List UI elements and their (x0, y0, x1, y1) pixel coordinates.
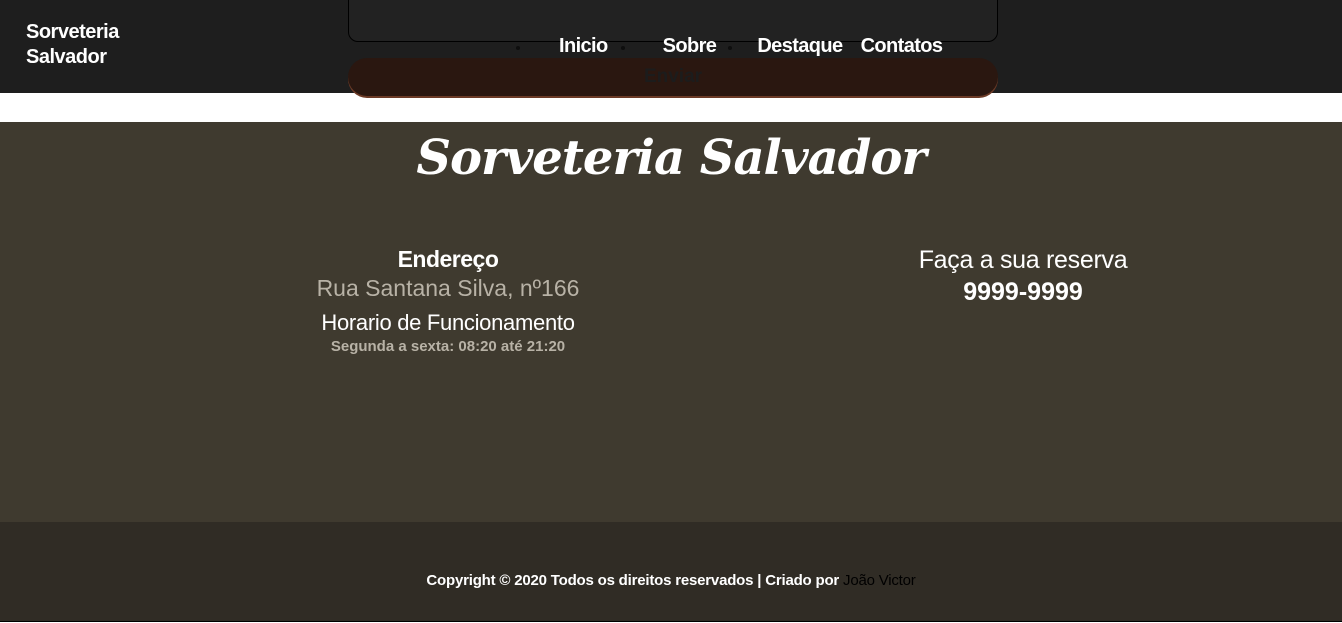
hours-heading: Horario de Funcionamento (321, 310, 575, 335)
author-link[interactable]: João Victor (843, 572, 916, 589)
send-button[interactable]: Enviar (348, 58, 998, 96)
reservation-heading: Faça a sua reserva (918, 246, 1128, 274)
section-gap (0, 93, 1342, 122)
nav-bullet (516, 46, 520, 50)
navbar: Sorveteria Salvador Enviar Inicio Sobre … (0, 0, 1342, 96)
nav-link-contatos[interactable]: Contatos (861, 33, 943, 59)
nav-link-destaque[interactable]: Destaque (757, 33, 843, 59)
nav-link-inicio[interactable]: Inicio (559, 33, 608, 59)
copyright-text: Copyright © 2020 Todos os direitos reser… (0, 572, 1342, 589)
address-column: Endereço Rua Santana Silva, nº166 Horari… (248, 244, 648, 356)
nav-bullet (728, 46, 733, 50)
copyright-bar: Copyright © 2020 Todos os direitos reser… (0, 522, 1342, 622)
contact-info-section: Sorveteria Salvador Endereço Rua Santana… (0, 122, 1342, 522)
nav-bullet (620, 46, 625, 50)
address-text: Rua Santana Silva, nº166 (316, 275, 580, 301)
address-heading: Endereço (397, 246, 499, 272)
brand-logo[interactable]: Sorveteria Salvador (26, 20, 146, 70)
nav-link-sobre[interactable]: Sobre (663, 33, 717, 59)
nav-menu: Inicio Sobre Destaque Contatos (516, 33, 943, 59)
copyright-label: Copyright © 2020 Todos os direitos reser… (426, 572, 840, 589)
phone-number: 9999-9999 (963, 278, 1083, 306)
footer-title: Sorveteria Salvador (416, 130, 926, 186)
page: Sorveteria Salvador Enviar Inicio Sobre … (0, 0, 1342, 623)
hours-text: Segunda a sexta: 08:20 até 21:20 (330, 338, 566, 355)
reservation-column: Faça a sua reserva 9999-9999 (823, 244, 1223, 308)
